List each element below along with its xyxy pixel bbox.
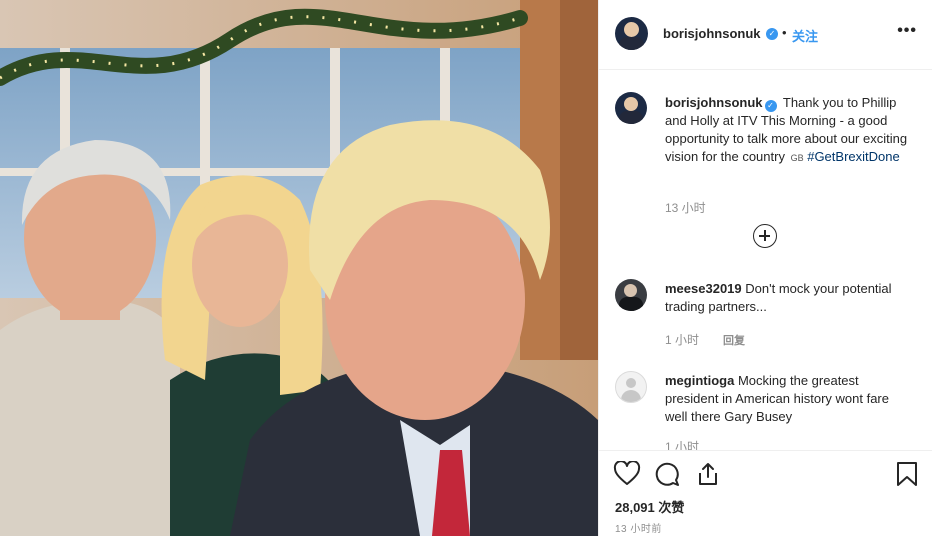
author-avatar[interactable] [615,17,648,50]
comment-username[interactable]: megintioga [665,373,734,388]
comment-timestamp: 1 小时 [665,333,700,347]
separator-dot: • [782,25,787,40]
caption-timestamp: 13 小时 [665,201,706,215]
commenter-avatar[interactable] [615,279,647,311]
plus-circle-icon[interactable] [753,224,777,248]
post-header: borisjohnsonuk ✓ • 关注 ••• [599,0,932,70]
post-caption: borisjohnsonuk ✓ Thank you to Phillip and… [665,94,915,167]
like-count[interactable]: 28,091 次赞 [615,497,684,516]
caption-username[interactable]: borisjohnsonuk [665,95,763,110]
post-sidebar: borisjohnsonuk ✓ • 关注 ••• borisjohnsonuk… [598,0,932,536]
comment-timestamp: 1 小时 [665,440,700,450]
post-photo-illustration [0,0,598,536]
verified-badge-icon: ✓ [764,100,777,112]
caption-author-avatar[interactable] [615,92,647,124]
commenter-avatar-placeholder[interactable] [615,371,647,403]
more-options-icon[interactable]: ••• [897,22,917,40]
comment-item: meese32019 Don't mock your potential tra… [665,280,911,316]
action-bar: 28,091 次赞 13 小时前 [599,450,932,536]
follow-button[interactable]: 关注 [792,26,818,45]
comment-username[interactable]: meese32019 [665,281,742,296]
share-icon[interactable] [695,461,721,487]
post-photo[interactable] [0,0,598,536]
reply-button[interactable]: 回复 [723,332,745,348]
bookmark-icon[interactable] [896,461,918,487]
gb-flag-icon: GB [790,153,804,163]
heart-icon[interactable] [613,461,641,487]
comment-item: megintioga Mocking the greatest presiden… [665,372,911,426]
verified-badge-icon: ✓ [766,28,778,40]
post-timestamp: 13 小时前 [615,524,662,535]
comment-icon[interactable] [654,461,680,487]
author-username[interactable]: borisjohnsonuk [663,26,761,41]
hashtag-link[interactable]: #GetBrexitDone [807,149,900,164]
